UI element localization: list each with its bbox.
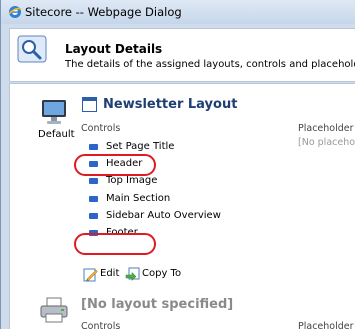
dialog-header: Layout Details The details of the assign…	[9, 28, 355, 82]
edit-icon[interactable]	[83, 267, 98, 282]
device-label-default: Default	[38, 129, 75, 140]
control-label: Set Page Title	[106, 141, 175, 152]
control-item-set-page-title[interactable]: Set Page Title	[81, 138, 221, 155]
control-label: Top Image	[106, 175, 158, 187]
edit-button[interactable]: Edit	[100, 268, 119, 279]
dialog-title: Layout Details	[65, 42, 163, 56]
placeholder-value: [No placeholder]	[298, 137, 355, 148]
placeholder-column-header-2: Placeholder	[298, 321, 354, 329]
ie-icon	[8, 6, 22, 18]
layout-icon	[82, 97, 97, 112]
highlight-header	[74, 154, 156, 176]
control-icon	[89, 144, 98, 150]
control-label: Sidebar Auto Overview	[106, 209, 221, 221]
control-icon	[89, 212, 98, 219]
control-icon	[89, 178, 98, 185]
controls-column-header: Controls	[81, 123, 121, 134]
control-item-sidebar-auto-overview[interactable]: Sidebar Auto Overview	[81, 207, 221, 224]
magnifier-icon	[17, 35, 47, 63]
copy-to-icon[interactable]	[125, 267, 140, 282]
control-icon	[89, 195, 98, 202]
layout-link-none[interactable]: [No layout specified]	[81, 297, 233, 312]
dialog-subtitle: The details of the assigned layouts, con…	[65, 59, 355, 70]
webpage-dialog: Sitecore -- Webpage Dialog Layout Detail…	[0, 0, 355, 329]
layout-link-newsletter[interactable]: Newsletter Layout	[103, 97, 237, 112]
title-bar[interactable]: Sitecore -- Webpage Dialog	[1, 0, 355, 24]
window-title: Sitecore -- Webpage Dialog	[25, 5, 182, 19]
placeholder-column-header: Placeholder	[298, 123, 354, 134]
controls-column-header-2: Controls	[81, 321, 121, 329]
printer-icon	[40, 297, 68, 323]
control-item-main-section[interactable]: Main Section	[81, 190, 221, 207]
monitor-icon	[42, 100, 66, 124]
control-label: Main Section	[106, 192, 171, 204]
copy-to-button[interactable]: Copy To	[142, 268, 181, 279]
highlight-footer	[74, 233, 156, 255]
